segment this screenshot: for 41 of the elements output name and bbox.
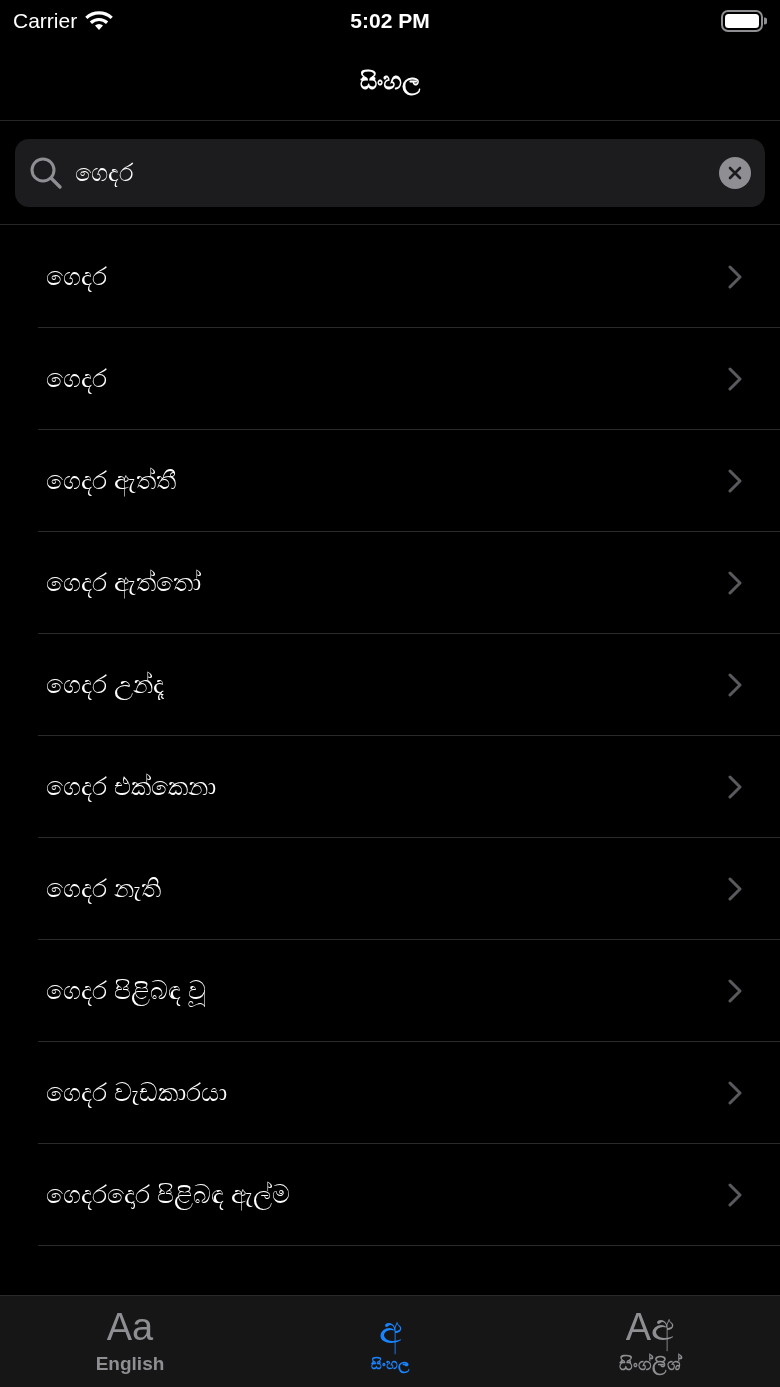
close-icon — [728, 165, 742, 180]
tab-item[interactable]: අ සිංහල — [260, 1296, 520, 1387]
chevron-icon — [728, 1080, 742, 1105]
chevron-icon — [728, 672, 742, 697]
search-icon — [29, 155, 63, 190]
chevron-icon — [728, 1182, 742, 1207]
word-label: ගෙදර වැඩකාරයා — [46, 1076, 227, 1110]
result-row[interactable]: ගෙදර — [38, 328, 780, 430]
word-label: ගෙදර ඇත්තෝ — [46, 563, 201, 602]
chevron-icon — [728, 366, 742, 391]
battery-icon — [721, 10, 767, 32]
chevron-icon — [728, 978, 742, 1003]
chevron-icon — [728, 876, 742, 901]
tab-item[interactable]: Aa English — [0, 1296, 260, 1387]
chevron-icon — [728, 468, 742, 493]
search-field[interactable]: ගෙදර — [15, 138, 765, 207]
tab-item[interactable]: Aඅ සිංග්ලිශ් — [520, 1296, 780, 1387]
word-label: ගෙදරදොර පිළිබඳ ඇල්ම — [46, 1175, 290, 1214]
wifi-icon — [85, 11, 114, 31]
chevron-icon — [728, 264, 742, 289]
word-label: ගෙදර ඇත්තී — [46, 461, 176, 500]
result-row[interactable]: ගෙදර වැඩකාරයා — [38, 1042, 780, 1144]
word-label: ගෙදර — [46, 362, 107, 396]
word-label: ගෙදර — [46, 260, 107, 294]
word-label: ගෙදර එක්කෙනා — [46, 770, 216, 804]
chevron-icon — [728, 774, 742, 799]
word-label: ගෙදර නැති — [46, 872, 161, 906]
result-row[interactable]: ගෙදර එක්කෙනා — [38, 736, 780, 838]
result-row[interactable]: ගෙදර ඇත්තී — [38, 430, 780, 532]
carrier-label: Carrier — [13, 8, 78, 35]
clock-label: 5:02 PM — [350, 8, 430, 35]
screen-title: සිංහල — [360, 66, 420, 98]
chevron-icon — [728, 570, 742, 595]
result-row[interactable]: ගෙදර ඇත්තෝ — [38, 532, 780, 634]
result-row[interactable]: ගෙදර — [38, 226, 780, 328]
result-row[interactable]: ගෙදර නැති — [38, 838, 780, 940]
result-row[interactable]: ගෙදර පිළිබඳ වූ — [38, 940, 780, 1042]
result-row[interactable]: ගෙදර උන්දෑ — [38, 634, 780, 736]
word-label: ගෙදර උන්දෑ — [46, 668, 164, 702]
word-label: ගෙදර පිළිබඳ වූ — [46, 971, 206, 1010]
result-row[interactable]: ගෙදරදොර පිළිබඳ ඇල්ම — [38, 1144, 780, 1246]
